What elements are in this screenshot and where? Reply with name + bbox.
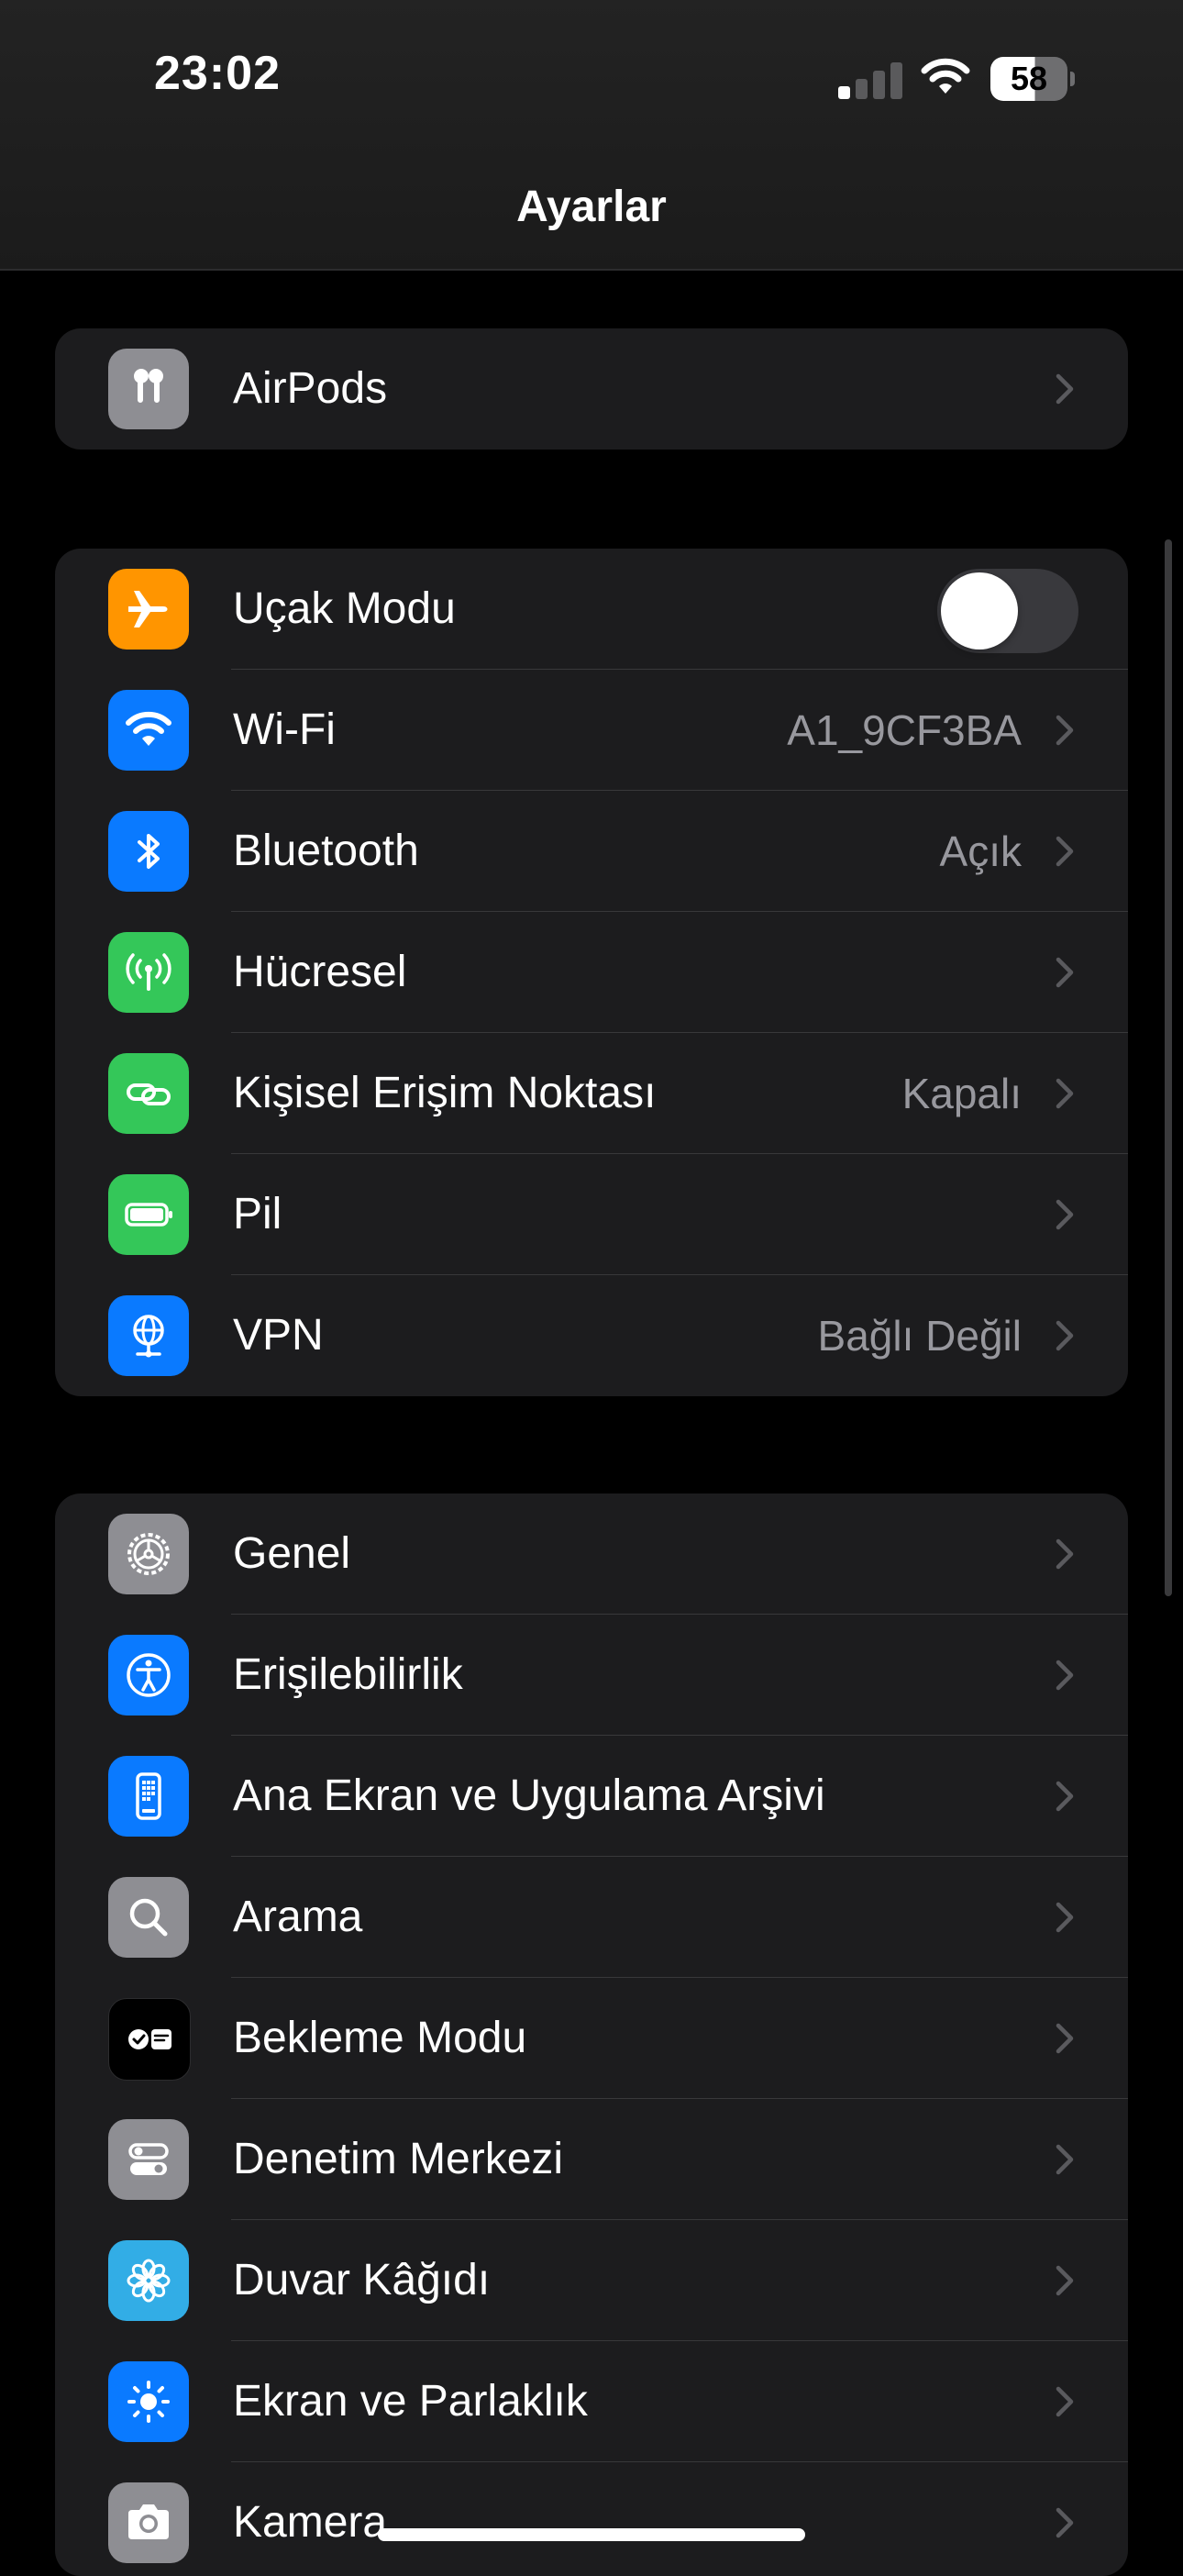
settings-row-bluetooth[interactable]: Bluetooth Açık bbox=[55, 791, 1128, 912]
battery-percent: 58 bbox=[1010, 60, 1048, 97]
settings-row-label: Hücresel bbox=[233, 948, 407, 996]
chevron-right-icon bbox=[1056, 957, 1074, 988]
wallpaper-flower-icon bbox=[108, 2240, 189, 2321]
settings-row-wallpaper[interactable]: Duvar Kâğıdı bbox=[55, 2220, 1128, 2341]
battery-icon bbox=[108, 1174, 189, 1255]
page-title: Ayarlar bbox=[516, 183, 667, 231]
cellular-signal-icon bbox=[838, 61, 902, 99]
settings-row-display-brightness[interactable]: Ekran ve Parlaklık bbox=[55, 2341, 1128, 2462]
home-indicator[interactable] bbox=[378, 2528, 805, 2541]
chevron-right-icon bbox=[1056, 1538, 1074, 1570]
chevron-right-icon bbox=[1056, 715, 1074, 746]
settings-row-label: VPN bbox=[233, 1311, 324, 1360]
status-time: 23:02 bbox=[154, 47, 281, 100]
chevron-right-icon bbox=[1056, 2265, 1074, 2296]
chevron-right-icon bbox=[1056, 836, 1074, 867]
settings-row-value: A1_9CF3BA bbox=[787, 706, 1022, 754]
chevron-right-icon bbox=[1056, 2507, 1074, 2538]
chevron-right-icon bbox=[1056, 1781, 1074, 1812]
settings-row-cellular[interactable]: Hücresel bbox=[55, 912, 1128, 1033]
settings-row-label: AirPods bbox=[233, 364, 388, 413]
airpods-icon bbox=[108, 349, 189, 429]
settings-row-label: Genel bbox=[233, 1529, 351, 1578]
settings-row-general[interactable]: Genel bbox=[55, 1493, 1128, 1615]
toggle-knob bbox=[941, 572, 1018, 650]
chevron-right-icon bbox=[1056, 2386, 1074, 2417]
wifi-status-icon bbox=[921, 58, 970, 94]
chevron-right-icon bbox=[1056, 2023, 1074, 2054]
scroll-indicator[interactable] bbox=[1165, 539, 1172, 1596]
chevron-right-icon bbox=[1056, 1078, 1074, 1109]
chevron-right-icon bbox=[1056, 2144, 1074, 2175]
settings-row-search[interactable]: Arama bbox=[55, 1857, 1128, 1978]
settings-row-value: Açık bbox=[939, 827, 1022, 875]
cellular-antenna-icon bbox=[108, 932, 189, 1013]
bluetooth-icon bbox=[108, 811, 189, 892]
settings-row-wifi[interactable]: Wi-Fi A1_9CF3BA bbox=[55, 670, 1128, 791]
settings-row-label: Ana Ekran ve Uygulama Arşivi bbox=[233, 1771, 825, 1820]
chevron-right-icon bbox=[1056, 1199, 1074, 1230]
wifi-icon bbox=[108, 690, 189, 771]
chevron-right-icon bbox=[1056, 1320, 1074, 1351]
settings-row-camera[interactable]: Kamera bbox=[55, 2462, 1128, 2576]
chevron-right-icon bbox=[1056, 1902, 1074, 1933]
settings-row-label: Denetim Merkezi bbox=[233, 2135, 564, 2183]
chevron-right-icon bbox=[1056, 1660, 1074, 1691]
settings-row-accessibility[interactable]: Erişilebilirlik bbox=[55, 1615, 1128, 1736]
airplane-icon bbox=[108, 569, 189, 650]
battery-status-icon: 58 bbox=[990, 57, 1075, 101]
control-center-icon bbox=[108, 2119, 189, 2200]
accessibility-icon bbox=[108, 1635, 189, 1715]
settings-row-home-screen[interactable]: Ana Ekran ve Uygulama Arşivi bbox=[55, 1736, 1128, 1857]
settings-row-label: Erişilebilirlik bbox=[233, 1650, 463, 1699]
settings-row-label: Duvar Kâğıdı bbox=[233, 2256, 491, 2304]
settings-row-airplane-mode[interactable]: Uçak Modu bbox=[55, 549, 1128, 670]
settings-row-value: Kapalı bbox=[901, 1070, 1022, 1117]
settings-row-label: Ekran ve Parlaklık bbox=[233, 2377, 588, 2426]
chevron-right-icon bbox=[1056, 373, 1074, 405]
settings-row-label: Bluetooth bbox=[233, 827, 419, 875]
settings-row-battery[interactable]: Pil bbox=[55, 1154, 1128, 1275]
home-screen-icon bbox=[108, 1756, 189, 1837]
settings-row-label: Kamera bbox=[233, 2498, 388, 2547]
airpods-group: AirPods bbox=[55, 328, 1128, 450]
settings-row-control-center[interactable]: Denetim Merkezi bbox=[55, 2099, 1128, 2220]
vpn-globe-icon bbox=[108, 1295, 189, 1376]
settings-row-label: Wi-Fi bbox=[233, 705, 336, 754]
settings-row-label: Arama bbox=[233, 1893, 363, 1941]
navigation-header: 23:02 58 Ayarlar bbox=[0, 0, 1183, 271]
settings-row-vpn[interactable]: VPN Bağlı Değil bbox=[55, 1275, 1128, 1396]
general-group: Genel Erişilebilirlik Ana Ekran ve Uygul… bbox=[55, 1493, 1128, 2576]
airplane-mode-toggle[interactable] bbox=[937, 569, 1078, 653]
settings-row-standby[interactable]: Bekleme Modu bbox=[55, 1978, 1128, 2099]
gear-icon bbox=[108, 1514, 189, 1594]
settings-row-label: Bekleme Modu bbox=[233, 2014, 527, 2062]
settings-row-value: Bağlı Değil bbox=[817, 1312, 1022, 1360]
camera-icon bbox=[108, 2482, 189, 2563]
settings-row-label: Pil bbox=[233, 1190, 282, 1238]
search-icon bbox=[108, 1877, 189, 1958]
brightness-icon bbox=[108, 2361, 189, 2442]
standby-icon bbox=[108, 1998, 191, 2081]
connectivity-group: Uçak Modu Wi-Fi A1_9CF3BA Bluetooth Açık bbox=[55, 549, 1128, 1396]
settings-row-airpods[interactable]: AirPods bbox=[55, 328, 1128, 450]
settings-row-personal-hotspot[interactable]: Kişisel Erişim Noktası Kapalı bbox=[55, 1033, 1128, 1154]
personal-hotspot-icon bbox=[108, 1053, 189, 1134]
settings-row-label: Uçak Modu bbox=[233, 584, 456, 633]
settings-row-label: Kişisel Erişim Noktası bbox=[233, 1069, 657, 1117]
